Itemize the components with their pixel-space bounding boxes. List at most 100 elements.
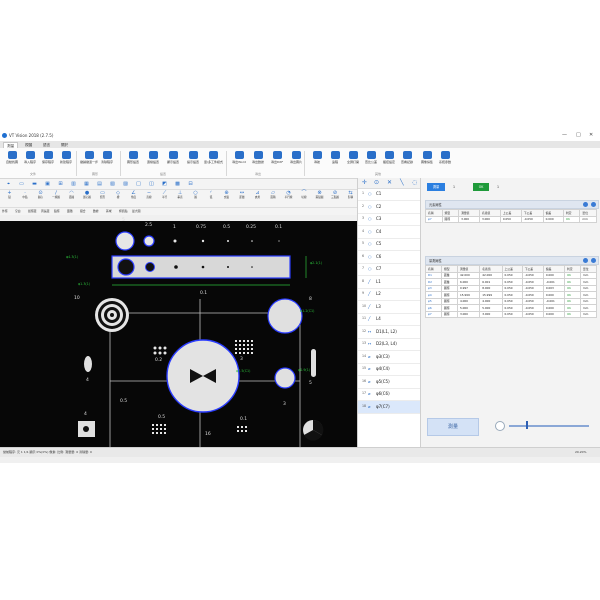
ribbon-button[interactable]: 邊緣設置: [144, 151, 162, 171]
ribbon-button[interactable]: 保存程序: [39, 151, 57, 171]
measure-tool-button[interactable]: ─ 直線: [142, 190, 157, 200]
measure-tool-button[interactable]: ⌒ 切線: [297, 190, 312, 200]
expand-icon[interactable]: [591, 202, 596, 207]
entity-row[interactable]: 16 ⌀ φ5(C5): [358, 376, 421, 389]
image-tool-icon[interactable]: ▩: [171, 179, 184, 189]
measure-tool-button[interactable]: · 中點: [18, 190, 33, 200]
entity-row[interactable]: 4 ○ C4: [358, 226, 421, 239]
image-tool-icon[interactable]: ▤: [93, 179, 106, 189]
entity-row[interactable]: 12 ↔ D1(L1, L2): [358, 326, 421, 339]
measure-tool-button[interactable]: ◠ 弧圓: [64, 190, 79, 200]
minimize-button[interactable]: —: [562, 132, 567, 138]
analysis-tool[interactable]: 極值點: [119, 209, 127, 213]
entity-row[interactable]: 10 ╱ L3: [358, 301, 421, 314]
measure-tool-button[interactable]: ◜ 弧: [204, 190, 219, 200]
entity-row[interactable]: 13 ↔ D2(L3, L4): [358, 338, 421, 351]
measure-tool-button[interactable]: ⇆ 對稱: [343, 190, 358, 200]
analysis-tool[interactable]: 擬合: [80, 209, 86, 213]
measure-tool-button[interactable]: ⊥ 垂直: [173, 190, 188, 200]
ribbon-button[interactable]: 提示設置: [184, 151, 202, 171]
image-tool-icon[interactable]: ◩: [158, 179, 171, 189]
ribbon-button[interactable]: 導出圖片: [287, 151, 305, 171]
ribbon-button[interactable]: 全屏打開: [344, 151, 362, 171]
ribbon-button[interactable]: 系統參數: [436, 151, 454, 171]
ribbon-button[interactable]: 導出DXF: [268, 151, 286, 171]
ribbon-button[interactable]: 清除程序: [98, 151, 116, 171]
ribbon-button[interactable]: 導出Word: [230, 151, 248, 171]
entity-row[interactable]: 5 ○ C5: [358, 238, 421, 251]
table-row[interactable]: φ7 圓徑 3.000 3.000 0.050 -0.050 0.000 OK mm: [425, 310, 598, 318]
entity-row[interactable]: 8 ╱ L1: [358, 276, 421, 289]
measure-tool-button[interactable]: ⊗ 兩點圓: [312, 190, 327, 200]
collapse-icon[interactable]: [583, 258, 588, 263]
ribbon-button[interactable]: 導出數據: [249, 151, 267, 171]
image-tool-icon[interactable]: ▥: [67, 179, 80, 189]
close-button[interactable]: ✕: [589, 132, 593, 138]
slider-handle[interactable]: [526, 421, 528, 429]
analysis-tool[interactable]: 周長距: [41, 209, 49, 213]
ribbon-button[interactable]: 圖形設置: [124, 151, 142, 171]
delete-icon[interactable]: ✕: [387, 179, 392, 186]
image-canvas[interactable]: 5 2.5 1 0.75 0.5 0.25 0.1 10 0.1 0.2 8 3…: [0, 218, 357, 447]
entity-row[interactable]: 11 ╱ L4: [358, 313, 421, 326]
image-tool-icon[interactable]: □: [132, 179, 145, 189]
ribbon-button[interactable]: 撤銷撤退一步: [80, 151, 98, 171]
expand-icon[interactable]: [591, 258, 596, 263]
maximize-button[interactable]: □: [576, 132, 581, 138]
ribbon-button[interactable]: 自動找圖: [3, 151, 21, 171]
entity-row[interactable]: 14 ⌀ φ3(C3): [358, 351, 421, 364]
image-tool-icon[interactable]: ▭: [15, 179, 28, 189]
entity-row[interactable]: 1 ○ C1: [358, 188, 421, 201]
measure-button[interactable]: 測量: [427, 418, 479, 436]
entity-row[interactable]: 7 ○ C7: [358, 263, 421, 276]
circle-tool-icon[interactable]: ◌: [412, 179, 417, 186]
measure-tool-button[interactable]: ◔ 平行線: [281, 190, 296, 200]
analysis-tool[interactable]: 數據: [93, 209, 99, 213]
light-toggle-icon[interactable]: [495, 421, 505, 431]
image-tool-icon[interactable]: ▣: [41, 179, 54, 189]
ribbon-button[interactable]: 單/多工件模式: [204, 151, 223, 171]
measure-tool-button[interactable]: ∠ 角度: [126, 190, 141, 200]
image-tool-icon[interactable]: ⊟: [184, 179, 197, 189]
ribbon-button[interactable]: 導入程序: [21, 151, 39, 171]
analysis-tool[interactable]: 如徑距: [28, 209, 36, 213]
ribbon-button[interactable]: 導航: [308, 151, 326, 171]
measure-tool-button[interactable]: ↔ 距離: [235, 190, 250, 200]
ribbon-button[interactable]: 查比公差: [362, 151, 380, 171]
ribbon-button[interactable]: 顯示設置: [164, 151, 182, 171]
image-tool-icon[interactable]: ▬: [28, 179, 41, 189]
line-icon[interactable]: ╲: [400, 179, 404, 186]
entity-row[interactable]: 17 ⌀ φ6(C6): [358, 388, 421, 401]
measure-tool-button[interactable]: ∕ 一線圓: [49, 190, 64, 200]
point-icon[interactable]: ⊙: [374, 179, 379, 186]
measure-tool-button[interactable]: ⊙ 圓心: [33, 190, 48, 200]
measure-tool-button[interactable]: ⊕ 交點: [219, 190, 234, 200]
table-row[interactable]: φ7 圓徑 3.000 3.000 0.050 -0.050 0.000 OK mm: [425, 215, 597, 223]
image-tool-icon[interactable]: ▦: [80, 179, 93, 189]
image-tool-icon[interactable]: ◫: [145, 179, 158, 189]
ribbon-button[interactable]: 觸控設定: [380, 151, 398, 171]
entity-row[interactable]: 9 ╱ L2: [358, 288, 421, 301]
measure-tool-button[interactable]: ⊘ 三點圓: [328, 190, 343, 200]
entity-row[interactable]: 6 ○ C6: [358, 251, 421, 264]
measure-mode-button[interactable]: 測量: [427, 183, 445, 191]
ribbon-button[interactable]: 查看記錄: [398, 151, 416, 171]
entity-row[interactable]: 15 ⌀ φ4(C4): [358, 363, 421, 376]
light-slider[interactable]: [509, 425, 589, 427]
add-icon[interactable]: ✛: [362, 179, 367, 186]
measure-tool-button[interactable]: + 點: [2, 190, 17, 200]
entity-row[interactable]: 3 ○ C3: [358, 213, 421, 226]
ribbon-button[interactable]: 圖像採集: [418, 151, 436, 171]
measure-tool-button[interactable]: ◇ 槽: [111, 190, 126, 200]
measure-tool-button[interactable]: ○ 圓: [188, 190, 203, 200]
analysis-tool[interactable]: 最大圓: [132, 209, 140, 213]
image-tool-icon[interactable]: ⌖: [2, 179, 15, 189]
image-tool-icon[interactable]: ▨: [119, 179, 132, 189]
entity-row[interactable]: 2 ○ C2: [358, 201, 421, 214]
measure-tool-button[interactable]: ▭ 矩形: [95, 190, 110, 200]
analysis-tool[interactable]: 空白: [15, 209, 21, 213]
ribbon-button[interactable]: 遠程: [326, 151, 344, 171]
measure-tool-button[interactable]: ⊿ 夾角: [250, 190, 265, 200]
measure-tool-button[interactable]: ⟋ 平行: [157, 190, 172, 200]
measure-tool-button[interactable]: ▱ 面積: [266, 190, 281, 200]
